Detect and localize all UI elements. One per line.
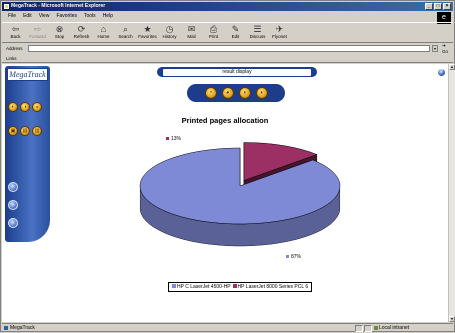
address-input[interactable] bbox=[27, 45, 430, 52]
forward-arrow-icon: ⇨ bbox=[33, 24, 42, 34]
favorites-icon: ★ bbox=[143, 24, 152, 34]
browser-window: MegaTrack - Microsoft Internet Explorer … bbox=[0, 0, 455, 332]
scroll-down-button[interactable]: ▾ bbox=[449, 316, 455, 322]
edit-icon: ✎ bbox=[231, 24, 240, 34]
go-arrow-icon: ➔ bbox=[441, 43, 446, 48]
toolbar-button-label: Forward bbox=[29, 34, 46, 39]
menu-help[interactable]: Help bbox=[103, 12, 113, 21]
ie-page-icon bbox=[4, 4, 9, 9]
page-content: MegaTrack ◐ ◑ ◒ ▣ ▤ ▥ › › › result displ… bbox=[2, 64, 448, 322]
toolbar-button-label: Flyonet bbox=[272, 34, 287, 39]
intranet-zone-icon bbox=[374, 326, 378, 330]
edit-toolbar-button[interactable]: ✎ Edit bbox=[226, 23, 245, 43]
discuss-icon: ☰ bbox=[253, 24, 262, 34]
zone-label: Local intranet bbox=[379, 325, 410, 331]
refresh-icon: ⟳ bbox=[77, 24, 86, 34]
status-cell-2 bbox=[364, 325, 372, 332]
stop-toolbar-button[interactable]: ⊗ Stop bbox=[50, 23, 69, 43]
toolbar-button-label: Search bbox=[118, 34, 133, 39]
refresh-toolbar-button[interactable]: ⟳ Refresh bbox=[72, 23, 91, 43]
flyonet-toolbar-button[interactable]: ✈ Flyonet bbox=[270, 23, 289, 43]
window-controls: _ □ × bbox=[425, 3, 451, 10]
menu-favorites[interactable]: Favorites bbox=[56, 12, 77, 21]
print-toolbar-button[interactable]: ⎙ Print bbox=[204, 23, 223, 43]
menu-file[interactable]: File bbox=[8, 12, 16, 21]
history-icon: ◷ bbox=[165, 24, 174, 34]
toolbar-button-label: Edit bbox=[231, 34, 240, 39]
search-icon: ⌕ bbox=[122, 24, 129, 34]
discuss-toolbar-button[interactable]: ☰ Discuss bbox=[248, 23, 267, 43]
maximize-button[interactable]: □ bbox=[434, 3, 442, 10]
toolbar-button-label: History bbox=[162, 34, 177, 39]
legend-swatch bbox=[172, 284, 176, 288]
toolbar-button-label: Refresh bbox=[73, 34, 90, 39]
legend-item: HP C LaserJet 4500-HP bbox=[172, 283, 231, 291]
close-button[interactable]: × bbox=[443, 3, 451, 10]
data-label-marker-0 bbox=[286, 255, 289, 258]
history-toolbar-button[interactable]: ◷ History bbox=[160, 23, 179, 43]
status-text: MegaTrack bbox=[10, 325, 35, 331]
flyonet-icon: ✈ bbox=[275, 24, 284, 34]
stop-icon: ⊗ bbox=[55, 24, 64, 34]
status-bar: MegaTrack Local intranet bbox=[2, 323, 453, 332]
go-button[interactable]: ➔ Go bbox=[442, 43, 453, 54]
scroll-up-button[interactable]: ▴ bbox=[449, 64, 455, 70]
data-label-1: 13% bbox=[171, 136, 182, 142]
address-label: Address bbox=[6, 46, 23, 51]
back-arrow-icon: ⇦ bbox=[11, 24, 20, 34]
window-title: MegaTrack - Microsoft Internet Explorer bbox=[11, 3, 106, 9]
menu-tools[interactable]: Tools bbox=[84, 12, 96, 21]
legend-label: HP LaserJet 8000 Series PCL 6 bbox=[237, 284, 309, 290]
minimize-button[interactable]: _ bbox=[425, 3, 433, 10]
home-toolbar-button[interactable]: ⌂ Home bbox=[94, 23, 113, 43]
favorites-toolbar-button[interactable]: ★ Favorites bbox=[138, 23, 157, 43]
address-dropdown-button[interactable]: ▾ bbox=[431, 45, 438, 52]
data-label-0: 87% bbox=[291, 254, 302, 260]
status-cell-1 bbox=[355, 325, 363, 332]
home-icon: ⌂ bbox=[100, 24, 107, 34]
legend-label: HP C LaserJet 4500-HP bbox=[177, 284, 231, 290]
title-bar: MegaTrack - Microsoft Internet Explorer … bbox=[2, 2, 453, 11]
toolbar-button-label: Back bbox=[10, 34, 21, 39]
toolbar-button-label: Print bbox=[208, 34, 219, 39]
toolbar-button-label: Stop bbox=[54, 34, 65, 39]
links-bar[interactable]: Links bbox=[2, 54, 453, 63]
legend-swatch bbox=[232, 284, 237, 288]
toolbar-button-label: Favorites bbox=[138, 34, 157, 39]
menu-edit[interactable]: Edit bbox=[23, 12, 32, 21]
toolbar-button-label: Home bbox=[97, 34, 110, 39]
menu-view[interactable]: View bbox=[39, 12, 50, 21]
toolbar-button-label: Mail bbox=[187, 34, 196, 39]
page-status-icon bbox=[4, 326, 8, 330]
chart-legend: HP C LaserJet 4500-HP HP LaserJet 8000 Se… bbox=[168, 282, 313, 292]
links-label: Links bbox=[6, 56, 17, 61]
legend-item: HP LaserJet 8000 Series PCL 6 bbox=[232, 283, 309, 291]
back-toolbar-button[interactable]: ⇦ Back bbox=[6, 23, 25, 43]
address-bar: Address ▾ ➔ Go bbox=[2, 43, 453, 54]
toolbar-button-label: Discuss bbox=[249, 34, 266, 39]
forward-toolbar-button: ⇨ Forward bbox=[28, 23, 47, 43]
data-label-marker-1 bbox=[166, 137, 169, 140]
search-toolbar-button[interactable]: ⌕ Search bbox=[116, 23, 135, 43]
standard-toolbar: ⇦ Back ⇨ Forward ⊗ Stop ⟳ Refresh ⌂ Home ⌕ Search ★ F… bbox=[2, 22, 453, 43]
mail-icon: ✉ bbox=[187, 24, 196, 34]
mail-toolbar-button[interactable]: ✉ Mail bbox=[182, 23, 201, 43]
vertical-scrollbar[interactable]: ▴ ▾ bbox=[448, 64, 455, 322]
menu-bar: File Edit View Favorites Tools Help bbox=[2, 12, 453, 21]
print-icon: ⎙ bbox=[209, 24, 218, 34]
